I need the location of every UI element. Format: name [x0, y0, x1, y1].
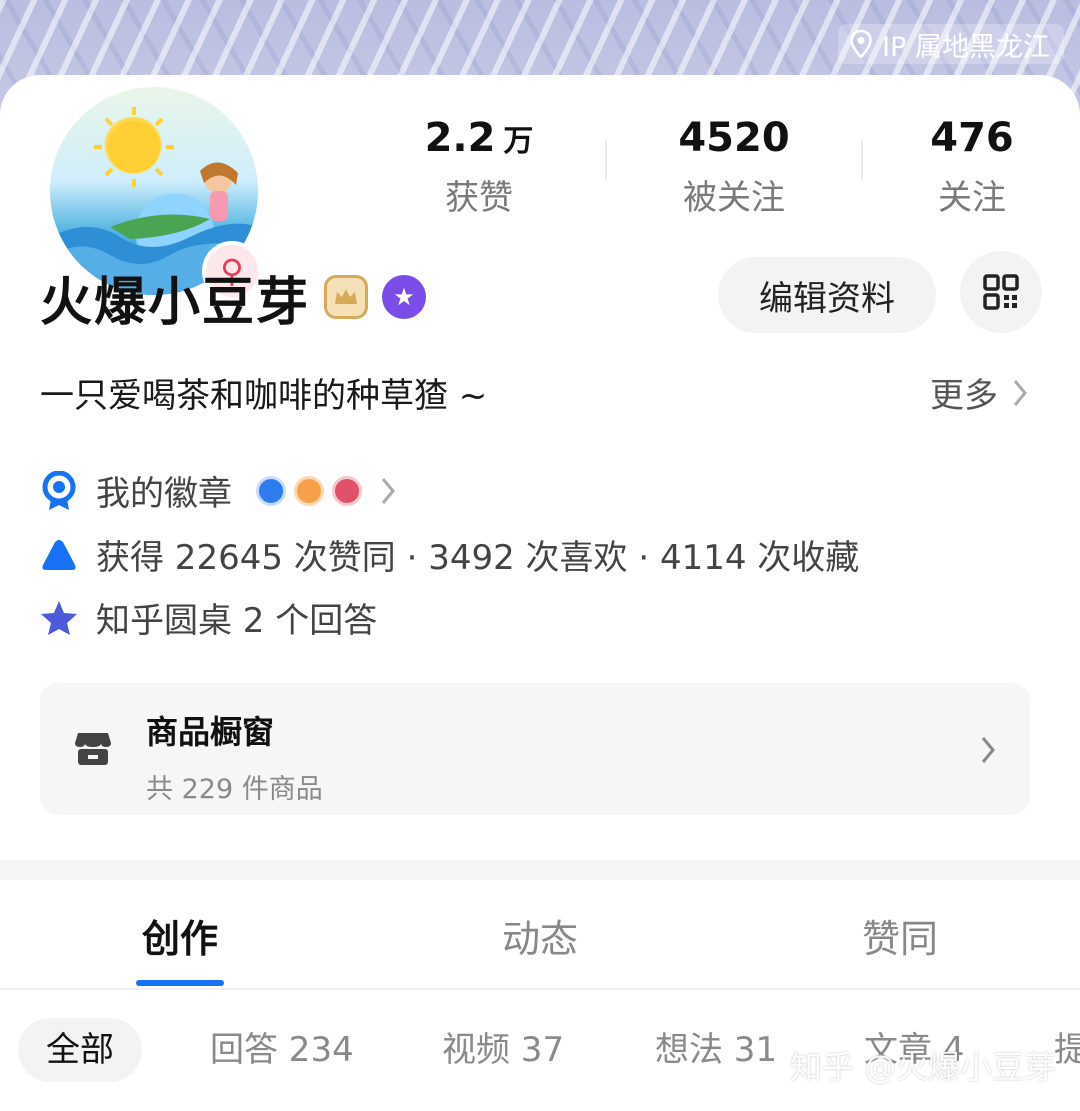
edit-profile-button[interactable]: 编辑资料 [718, 257, 936, 333]
filter-thoughts[interactable]: 想法 31 [655, 1018, 777, 1082]
stat-followers[interactable]: 4520 被关注 [634, 110, 834, 219]
stat-followers-label: 被关注 [683, 178, 785, 218]
edit-profile-label: 编辑资料 [759, 278, 895, 319]
chevron-right-icon [981, 737, 995, 763]
stat-following[interactable]: 476 关注 [872, 110, 1072, 219]
stat-following-label: 关注 [938, 178, 1006, 218]
badge-blue-icon [256, 475, 286, 506]
stat-likes-unit: 万 [503, 124, 534, 159]
my-badges-row[interactable]: 我的徽章 [40, 466, 396, 515]
chevron-right-icon [1013, 379, 1027, 406]
achievements-text: 获得 22645 次赞同 · 3492 次喜欢 · 4114 次收藏 [96, 538, 860, 578]
more-button[interactable]: 更多 [930, 368, 1028, 417]
triangle-icon [42, 539, 76, 570]
chevron-right-icon [381, 477, 395, 504]
shop-window-count: 共 229 件商品 [146, 774, 323, 805]
badge-eye-icon [294, 475, 324, 506]
store-icon [75, 733, 111, 765]
stat-following-value: 476 [930, 115, 1014, 161]
name-row: 火爆小豆芽 ★ [40, 262, 427, 333]
tab-upvoted[interactable]: 赞同 [800, 908, 1000, 963]
qr-code-button[interactable] [960, 251, 1042, 333]
shop-window-card[interactable]: 商品橱窗 共 229 件商品 [40, 683, 1030, 815]
content-tabs: 创作 动态 赞同 [0, 880, 1080, 990]
filter-more[interactable]: 提 [1054, 1018, 1080, 1082]
section-separator [0, 860, 1080, 880]
user-name: 火爆小豆芽 [40, 272, 311, 333]
stat-likes-value: 2.2 [424, 115, 496, 161]
qr-code-icon [983, 274, 1019, 310]
achievements-row: 获得 22645 次赞同 · 3492 次喜欢 · 4114 次收藏 [40, 530, 859, 579]
bio-text: 一只爱喝茶和咖啡的种草猹 ~ [40, 376, 488, 416]
filter-videos[interactable]: 视频 37 [442, 1018, 564, 1082]
stat-divider [605, 140, 607, 180]
ip-location-chip: IP 属地黑龙江 [838, 24, 1064, 64]
roundtable-text: 知乎圆桌 2 个回答 [96, 601, 378, 641]
location-pin-icon [850, 30, 872, 58]
active-tab-indicator [136, 980, 224, 986]
shop-window-title: 商品橱窗 [146, 713, 275, 751]
crown-badge-icon[interactable] [324, 275, 369, 319]
badge-thumb-icon [332, 475, 362, 506]
roundtable-row[interactable]: 知乎圆桌 2 个回答 [40, 593, 377, 642]
ip-location-text: IP 属地黑龙江 [882, 31, 1050, 63]
star-icon [41, 600, 77, 635]
star-badge-icon[interactable]: ★ [382, 275, 427, 319]
tab-activity[interactable]: 动态 [440, 908, 640, 963]
stat-divider [861, 140, 863, 180]
tab-creations[interactable]: 创作 [80, 908, 280, 963]
filter-all[interactable]: 全部 [18, 1018, 142, 1082]
stat-followers-value: 4520 [678, 115, 790, 161]
stat-likes-label: 获赞 [445, 178, 513, 218]
my-badges-label: 我的徽章 [96, 474, 232, 514]
zhihu-watermark: 知乎 @火爆小豆芽 [790, 1048, 1057, 1086]
more-label: 更多 [930, 376, 998, 416]
stat-likes[interactable]: 2.2 万 获赞 [379, 110, 579, 219]
stats-row: 2.2 万 获赞 4520 被关注 476 关注 [0, 110, 1080, 230]
medal-icon [42, 470, 76, 510]
filter-answers[interactable]: 回答 234 [210, 1018, 354, 1082]
